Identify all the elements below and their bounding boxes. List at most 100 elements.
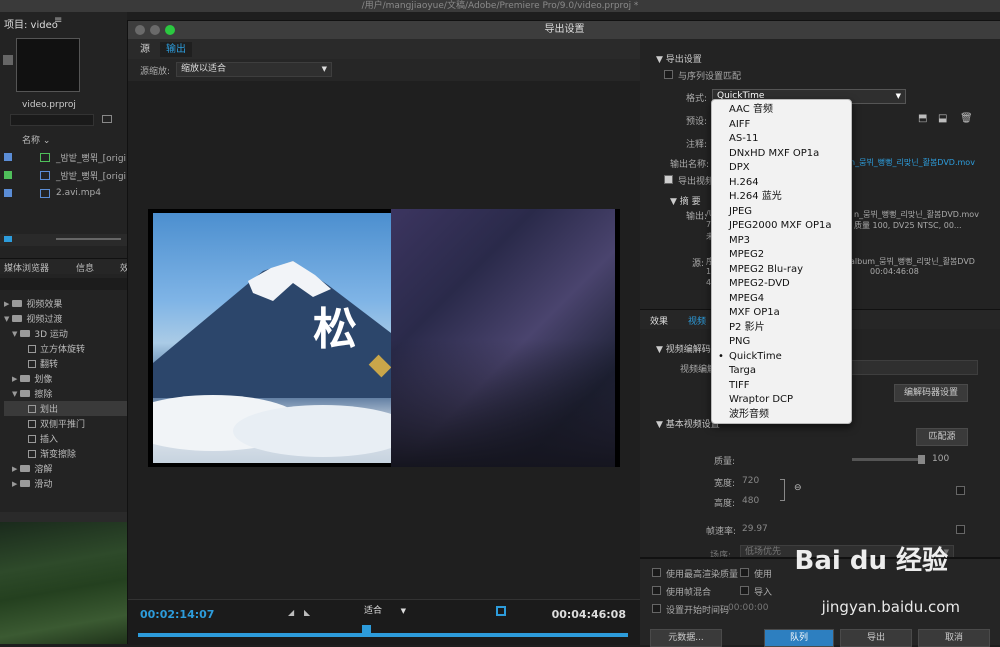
zoom-slider[interactable] [56, 238, 121, 240]
export-video-checkbox[interactable] [664, 175, 673, 184]
tab-media-browser[interactable]: 媒体浏览器 [4, 261, 49, 274]
zoom-window-icon[interactable] [165, 25, 175, 35]
menu-item[interactable]: Targa [712, 364, 851, 379]
menu-item[interactable]: PNG [712, 335, 851, 350]
menu-item[interactable]: MPEG2-DVD [712, 277, 851, 292]
preview-pane: 源 输出 源缩放: 缩放以适合 ▼ 松 00:02:14:07 ◢ ◣ 适合 ▼… [128, 39, 640, 645]
fps-override-checkbox[interactable] [956, 525, 965, 534]
project-search-input[interactable] [10, 114, 94, 126]
menu-item[interactable]: H.264 [712, 176, 851, 191]
output-summary-line: 质量 100, DV25 NTSC, 00... [854, 221, 962, 230]
metadata-button[interactable]: 元数据... [650, 629, 722, 647]
height-value[interactable]: 480 [742, 496, 759, 506]
codec-header[interactable]: ▼ 视频编解码 [656, 342, 711, 355]
save-preset-icon[interactable]: ⬒ [918, 113, 927, 124]
tree-item[interactable]: 立方体旋转 [4, 341, 127, 356]
max-quality-checkbox[interactable] [652, 568, 661, 577]
new-bin-icon[interactable] [102, 115, 112, 123]
menu-item[interactable]: MPEG2 Blu-ray [712, 263, 851, 278]
import-checkbox[interactable] [740, 586, 749, 595]
menu-item[interactable]: JPEG2000 MXF OP1a [712, 219, 851, 234]
menu-item[interactable]: Wraptor DCP [712, 393, 851, 408]
menu-item[interactable]: P2 影片 [712, 321, 851, 336]
tree-item[interactable]: ▶ 划像 [4, 371, 127, 386]
list-view-icon[interactable] [4, 236, 12, 242]
quality-slider[interactable] [852, 458, 924, 461]
quality-value[interactable]: 100 [932, 454, 949, 464]
tree-item[interactable]: ▶ 视频效果 [4, 296, 127, 311]
link-icon[interactable]: ⊖ [794, 483, 802, 493]
out-point-icon[interactable]: ◣ [304, 608, 310, 617]
scale-dropdown[interactable]: 缩放以适合 ▼ [176, 62, 332, 77]
current-timecode[interactable]: 00:02:14:07 [140, 608, 214, 621]
start-tc-checkbox[interactable] [652, 604, 661, 613]
menu-item[interactable]: DNxHD MXF OP1a [712, 147, 851, 162]
frame-blend-checkbox[interactable] [652, 586, 661, 595]
panel-menu-icon[interactable]: ≡ [54, 15, 62, 26]
folder-icon [20, 465, 31, 472]
menu-item[interactable]: AAC 音频 [712, 103, 851, 118]
menu-item[interactable]: MXF OP1a [712, 306, 851, 321]
tree-item[interactable]: ▼ 3D 运动 [4, 326, 127, 341]
in-point-icon[interactable]: ◢ [288, 608, 294, 617]
tab-video[interactable]: 视频 [688, 314, 706, 327]
menu-item[interactable]: 波形音频 [712, 408, 851, 423]
timeline-scrubber[interactable] [138, 633, 628, 637]
minimize-window-icon[interactable] [150, 25, 160, 35]
tree-item[interactable]: ▶ 溶解 [4, 461, 127, 476]
tree-item[interactable]: 双侧平推门 [4, 416, 127, 431]
os-title-bar: /用户/mangjiaoyue/文稿/Adobe/Premiere Pro/9.… [0, 0, 1000, 12]
list-item[interactable]: _밤밭_뻥뫾_[origi [4, 148, 127, 166]
use-preview-checkbox[interactable] [740, 568, 749, 577]
tree-item[interactable]: 插入 [4, 431, 127, 446]
summary-header[interactable]: ▼ 摘 要 [670, 194, 701, 207]
name-column-header[interactable]: 名称 ⌄ [22, 133, 50, 146]
export-section-header[interactable]: ▼ 导出设置 [656, 52, 702, 65]
tree-item[interactable]: 渐变擦除 [4, 446, 127, 461]
menu-item[interactable]: DPX [712, 161, 851, 176]
menu-item[interactable]: TIFF [712, 379, 851, 394]
match-source-button[interactable]: 匹配源 [916, 428, 968, 446]
import-preset-icon[interactable]: ⬓ [938, 113, 947, 124]
tab-info[interactable]: 信息 [76, 261, 94, 274]
menu-item[interactable]: MP3 [712, 234, 851, 249]
width-override-checkbox[interactable] [956, 486, 965, 495]
tree-item[interactable]: ▼ 擦除 [4, 386, 127, 401]
chevron-down-icon: ▼ [400, 607, 406, 615]
menu-item[interactable]: AIFF [712, 118, 851, 133]
project-list: _밤밭_뻥뫾_[origi _밤밭_뻥뫾_[origi 2.avi.mp4 [4, 148, 127, 202]
cancel-button[interactable]: 取消 [918, 629, 990, 647]
menu-item-selected[interactable]: QuickTime [712, 350, 851, 365]
codec-settings-button[interactable]: 编解码器设置 [894, 384, 968, 402]
tab-source[interactable]: 源 [134, 42, 156, 57]
fit-dropdown[interactable]: 适合 ▼ [360, 605, 408, 620]
menu-item[interactable]: H.264 蓝光 [712, 190, 851, 205]
tree-item[interactable]: 翻转 [4, 356, 127, 371]
queue-button[interactable]: 队列 [764, 629, 834, 647]
delete-preset-icon[interactable]: 🗑 [960, 113, 973, 124]
effects-search-input[interactable] [0, 278, 127, 290]
tree-item[interactable]: ▼ 视频过渡 [4, 311, 127, 326]
menu-item[interactable]: MPEG2 [712, 248, 851, 263]
source-range-icon[interactable] [496, 606, 506, 616]
tab-effects[interactable]: 效果 [650, 314, 668, 327]
list-item[interactable]: _밤밭_뻥뫾_[origi [4, 166, 127, 184]
output-name-link[interactable]: n_뭄뷔_뻥뻥_리맞닌_활봄DVD.mov [850, 157, 975, 168]
tree-item-selected[interactable]: 划出 [4, 401, 127, 416]
quality-slider-handle[interactable] [918, 455, 925, 464]
menu-item[interactable]: AS-11 [712, 132, 851, 147]
menu-item[interactable]: JPEG [712, 205, 851, 220]
close-window-icon[interactable] [135, 25, 145, 35]
start-tc-value[interactable]: 00:00:00 [728, 603, 768, 613]
project-title[interactable]: 项目: video [4, 16, 58, 31]
match-sequence-checkbox[interactable] [664, 70, 673, 79]
menu-item[interactable]: MPEG4 [712, 292, 851, 307]
playhead[interactable] [362, 625, 371, 635]
tab-output[interactable]: 输出 [160, 42, 192, 57]
codec-dropdown[interactable] [850, 360, 978, 375]
width-value[interactable]: 720 [742, 476, 759, 486]
list-item[interactable]: 2.avi.mp4 [4, 184, 127, 202]
fps-value[interactable]: 29.97 [742, 524, 768, 534]
export-button[interactable]: 导出 [840, 629, 912, 647]
tree-item[interactable]: ▶ 滑动 [4, 476, 127, 491]
